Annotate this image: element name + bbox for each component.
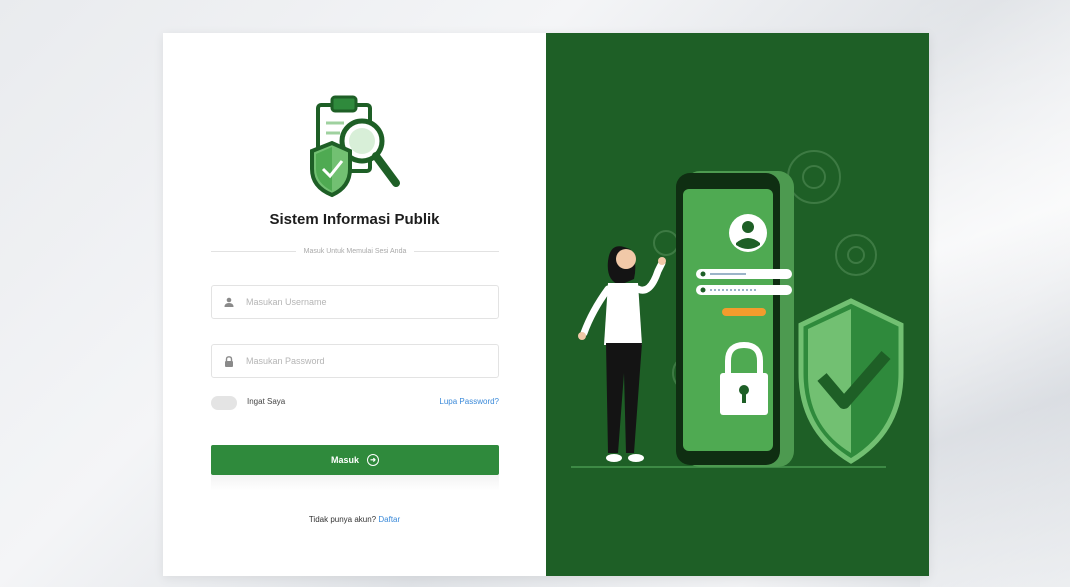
page-title: Sistem Informasi Publik [269,211,440,228]
signup-link[interactable]: Daftar [378,515,400,524]
username-field[interactable] [211,285,499,319]
remember-me-label: Ingat Saya [247,397,286,406]
login-button-label: Masuk [330,455,359,465]
login-panel: Sistem Informasi Publik Masuk Untuk Memu… [163,33,546,576]
login-security-illustration [571,150,904,468]
password-input[interactable] [246,346,498,376]
signup-prompt-row: Tidak punya akun? Daftar [163,515,546,524]
username-input[interactable] [246,287,498,317]
login-card: Sistem Informasi Publik Masuk Untuk Memu… [163,33,929,576]
user-icon [212,297,246,307]
divider-line-right [414,250,499,252]
remember-me-toggle[interactable] [211,396,237,410]
lock-icon [212,355,246,367]
button-shadow [211,475,499,491]
page-subtitle: Masuk Untuk Memulai Sesi Anda [303,247,407,255]
signup-prompt: Tidak punya akun? [308,515,377,524]
password-field[interactable] [211,344,499,378]
divider-line-left [211,250,296,252]
arrow-circle-right-icon: ➜ [367,454,379,466]
forgot-password-link[interactable]: Lupa Password? [439,397,499,406]
background-decoration [920,0,1070,587]
clipboard-shield-magnifier-icon [310,95,400,198]
login-button[interactable]: Masuk ➜ [211,445,499,475]
subtitle-divider: Masuk Untuk Memulai Sesi Anda [211,245,499,257]
illustration-panel [546,33,929,576]
